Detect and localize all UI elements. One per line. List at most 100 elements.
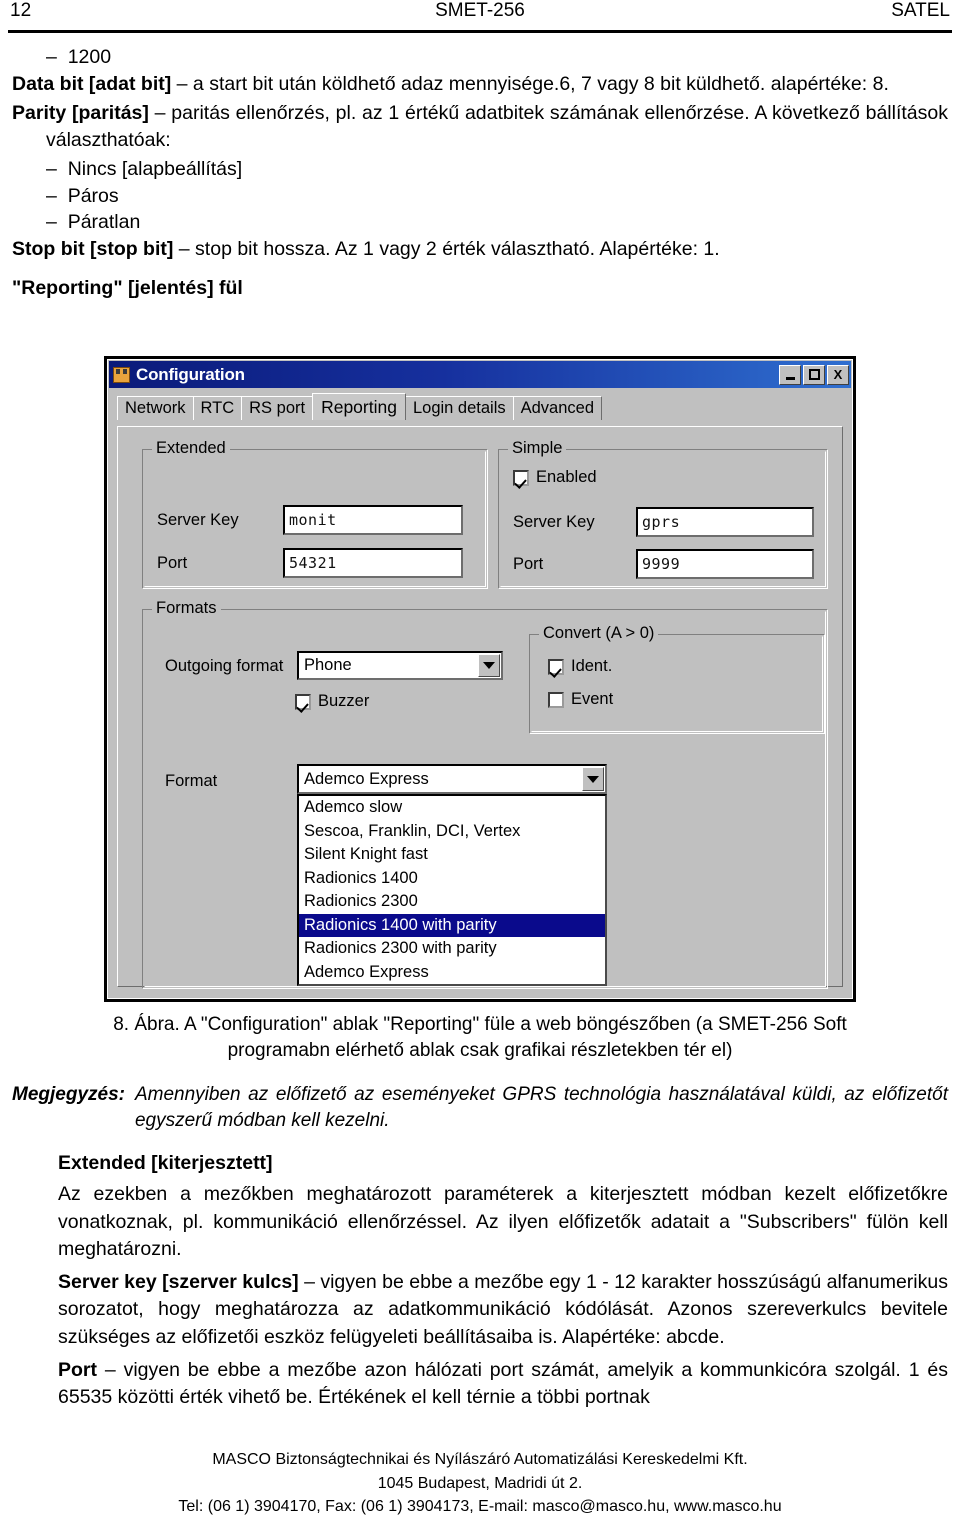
list-item: – Páratlan — [12, 209, 948, 236]
chevron-down-icon[interactable] — [478, 654, 500, 677]
convert-legend: Convert (A > 0) — [539, 624, 659, 642]
format-dropdown-list[interactable]: Ademco slow Sescoa, Franklin, DCI, Verte… — [297, 794, 607, 986]
maximize-icon — [808, 369, 820, 380]
format-value: Ademco Express — [304, 769, 429, 788]
footer-company: MASCO Biztonságtechnikai és Nyílászáró A… — [212, 1451, 748, 1469]
extended-legend: Extended — [152, 439, 230, 457]
parity-option-label: Páratlan — [67, 211, 141, 234]
minimize-button[interactable] — [779, 364, 801, 385]
formats-groupbox: Formats Outgoing format Phone Buzzer Con… — [142, 599, 828, 989]
application-icon — [113, 366, 130, 383]
configuration-dialog-figure: Configuration X Network RTC RS port Repo… — [104, 356, 856, 1002]
footer-address: 1045 Budapest, Madridi út 2. — [377, 1474, 583, 1492]
footer-contact: Tel: (06 1) 3904170, Fax: (06 1) 3904173… — [178, 1497, 782, 1515]
tab-reporting[interactable]: Reporting — [312, 393, 406, 420]
figure-caption-line-2: programabn elérhető ablak csak grafikai … — [227, 1039, 733, 1061]
dropdown-option[interactable]: Silent Knight fast — [299, 843, 605, 867]
outgoing-format-value: Phone — [304, 656, 352, 674]
tab-network[interactable]: Network — [117, 396, 194, 420]
outgoing-format-select[interactable]: Phone — [297, 651, 503, 680]
dash-marker: – — [46, 46, 68, 68]
page-footer: MASCO Biztonságtechnikai és Nyílászáró A… — [0, 1448, 960, 1518]
minimize-icon — [785, 376, 795, 380]
window-titlebar[interactable]: Configuration X — [109, 361, 851, 388]
server-key-paragraph: Server key [szerver kulcs] – vigyen be e… — [58, 1269, 948, 1351]
chevron-down-icon[interactable] — [582, 767, 604, 791]
bullet-1200-label: 1200 — [67, 46, 112, 68]
extended-paragraph: Az ezekben a mezőkben meghatározott para… — [58, 1183, 948, 1260]
reporting-tab-panel: Extended Server Key monit Port 54321 Sim… — [117, 426, 843, 989]
simple-port-label: Port — [513, 555, 544, 573]
data-bit-description: – a start bit után köldhető adaz mennyis… — [171, 72, 889, 95]
dropdown-option[interactable]: Radionics 2300 — [299, 890, 605, 914]
list-item: – Páros — [12, 183, 948, 210]
extended-port-input[interactable]: 54321 — [283, 548, 463, 578]
dropdown-option[interactable]: Ademco Express — [299, 961, 605, 985]
port-term: Port — [58, 1359, 97, 1382]
close-button[interactable]: X — [827, 364, 849, 385]
dropdown-option[interactable]: Ademco slow — [299, 796, 605, 820]
window-controls: X — [779, 364, 849, 385]
list-item: – 1200 — [12, 44, 948, 71]
dropdown-option[interactable]: Radionics 2300 with parity — [299, 937, 605, 961]
event-label: Event — [571, 690, 614, 708]
dash-marker: – — [46, 157, 68, 180]
checkbox-icon[interactable] — [548, 691, 564, 708]
tab-strip: Network RTC RS port Reporting Login deta… — [117, 393, 853, 420]
extended-server-key-input[interactable]: monit — [283, 505, 463, 535]
tab-rtc[interactable]: RTC — [192, 396, 243, 420]
tab-login-details[interactable]: Login details — [404, 396, 514, 420]
buzzer-label: Buzzer — [318, 692, 370, 710]
body-content: – 1200 Data bit [adat bit] – a start bit… — [12, 44, 948, 306]
dash-marker: – — [46, 211, 68, 234]
simple-enabled-label: Enabled — [536, 468, 597, 486]
figure-caption-line-1: 8. Ábra. A "Configuration" ablak "Report… — [113, 1014, 847, 1035]
port-description: – vigyen be ebbe a mezőbe azon hálózati … — [58, 1359, 948, 1409]
stop-bit-description: – stop bit hossza. Az 1 vagy 2 érték vál… — [173, 238, 720, 261]
section-heading: "Reporting" [jelentés] fül — [12, 277, 243, 300]
note-text: Amennyiben az előfizető az eseményeket G… — [134, 1084, 948, 1132]
parity-term: Parity [paritás] — [12, 101, 149, 124]
checkbox-icon[interactable] — [548, 658, 564, 675]
note-label: Megjegyzés: — [12, 1084, 125, 1105]
ident-checkbox-row[interactable]: Ident. — [548, 657, 612, 676]
parity-option-label: Nincs [alapbeállítás] — [67, 157, 243, 180]
format-label: Format — [165, 772, 218, 790]
dropdown-option[interactable]: Radionics 1400 — [299, 867, 605, 891]
data-bit-paragraph: Data bit [adat bit] – a start bit után k… — [12, 71, 948, 98]
checkbox-icon[interactable] — [513, 469, 529, 486]
tab-rs-port[interactable]: RS port — [241, 396, 314, 420]
simple-port-input[interactable]: 9999 — [636, 549, 814, 579]
simple-enabled-checkbox-row[interactable]: Enabled — [513, 468, 597, 487]
simple-groupbox: Simple Enabled Server Key gprs Port 9999 — [498, 439, 828, 589]
stop-bit-term: Stop bit [stop bit] — [12, 238, 174, 261]
header-divider — [8, 30, 952, 33]
extended-server-key-label: Server Key — [157, 511, 239, 529]
parity-option-label: Páros — [67, 184, 119, 207]
document-title: SMET-256 — [435, 0, 525, 21]
dropdown-option[interactable]: Sescoa, Franklin, DCI, Vertex — [299, 820, 605, 844]
port-paragraph: Port – vigyen be ebbe a mezőbe azon háló… — [58, 1357, 948, 1412]
simple-server-key-input[interactable]: gprs — [636, 507, 814, 537]
figure-caption: 8. Ábra. A "Configuration" ablak "Report… — [45, 1012, 915, 1063]
buzzer-checkbox-row[interactable]: Buzzer — [295, 692, 369, 711]
parity-description: – paritás ellenőrzés, pl. az 1 értékű ad… — [46, 101, 948, 151]
extended-heading: Extended [kiterjesztett] — [58, 1152, 273, 1174]
simple-server-key-label: Server Key — [513, 513, 595, 531]
format-select[interactable]: Ademco Express — [297, 764, 607, 794]
checkbox-icon[interactable] — [295, 693, 311, 710]
server-key-term: Server key [szerver kulcs] — [58, 1271, 299, 1294]
list-item: – Nincs [alapbeállítás] — [12, 156, 948, 183]
stop-bit-paragraph: Stop bit [stop bit] – stop bit hossza. A… — [12, 236, 948, 263]
page-header: 12 SMET-256 SATEL — [10, 0, 950, 34]
dash-marker: – — [46, 184, 68, 207]
maximize-button[interactable] — [803, 364, 825, 385]
event-checkbox-row[interactable]: Event — [548, 690, 613, 709]
simple-legend: Simple — [508, 439, 567, 457]
configuration-window: Configuration X Network RTC RS port Repo… — [104, 356, 856, 1002]
convert-groupbox: Convert (A > 0) Ident. Event — [529, 624, 825, 734]
tab-advanced[interactable]: Advanced — [512, 396, 603, 420]
dropdown-option-selected[interactable]: Radionics 1400 with parity — [299, 913, 605, 937]
extended-groupbox: Extended Server Key monit Port 54321 — [142, 439, 488, 589]
close-icon: X — [833, 367, 843, 382]
